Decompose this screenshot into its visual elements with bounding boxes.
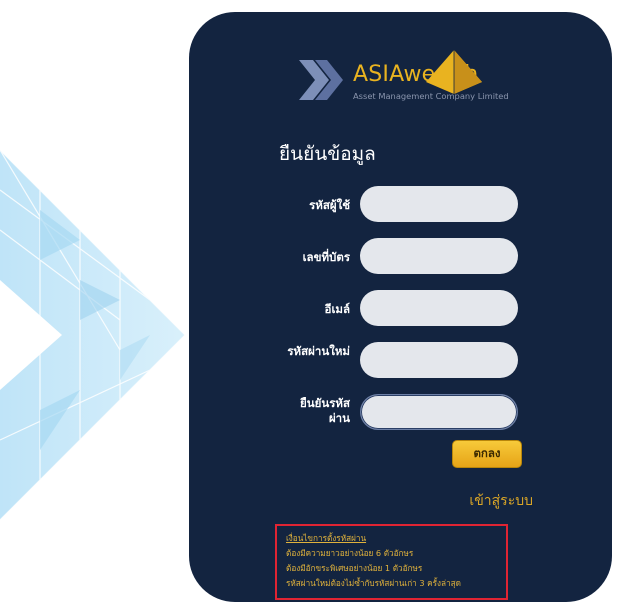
ok-button[interactable]: ตกลง [452, 440, 522, 468]
password-rules-box: เงื่อนไขการตั้งรหัสผ่าน ต้องมีความยาวอย่… [275, 524, 508, 600]
page-title: ยืนยันข้อมูล [279, 143, 376, 165]
password-rule-item: รหัสผ่านใหม่ต้องไม่ซ้ำกับรหัสผ่านเก่า 3 … [286, 578, 461, 588]
id-card-row: เลขที่บัตร [189, 238, 612, 278]
user-id-input[interactable] [360, 186, 518, 222]
password-rule-item: ต้องมีความยาวอย่างน้อย 6 ตัวอักษร [286, 548, 414, 558]
new-password-label: รหัสผ่านใหม่ [287, 344, 350, 358]
new-password-input[interactable] [360, 342, 518, 378]
logo-pyramid-icon [426, 50, 482, 94]
confirm-password-row: ยืนยันรหัสผ่าน [189, 394, 612, 434]
user-id-row: รหัสผู้ใช้ [189, 186, 612, 226]
confirm-password-input[interactable] [360, 394, 518, 430]
email-input[interactable] [360, 290, 518, 326]
email-row: อีเมล์ [189, 290, 612, 330]
logo-chevron-icon [299, 60, 343, 100]
password-rule-item: ต้องมีอักขระพิเศษอย่างน้อย 1 ตัวอักษร [286, 563, 423, 573]
verify-info-card: ASIAwealth Asset Management Company Limi… [189, 12, 612, 602]
password-rules-heading: เงื่อนไขการตั้งรหัสผ่าน [286, 533, 367, 543]
login-link[interactable]: เข้าสู่ระบบ [437, 490, 533, 512]
confirm-password-label: ยืนยันรหัสผ่าน [300, 396, 350, 425]
id-card-label: เลขที่บัตร [302, 250, 350, 264]
decorative-chevron-graphic [0, 150, 186, 520]
email-label: อีเมล์ [324, 302, 350, 316]
new-password-row: รหัสผ่านใหม่ [189, 342, 612, 382]
asiawealth-logo: ASIAwealth Asset Management Company Limi… [299, 48, 511, 118]
id-card-input[interactable] [360, 238, 518, 274]
user-id-label: รหัสผู้ใช้ [309, 198, 350, 212]
